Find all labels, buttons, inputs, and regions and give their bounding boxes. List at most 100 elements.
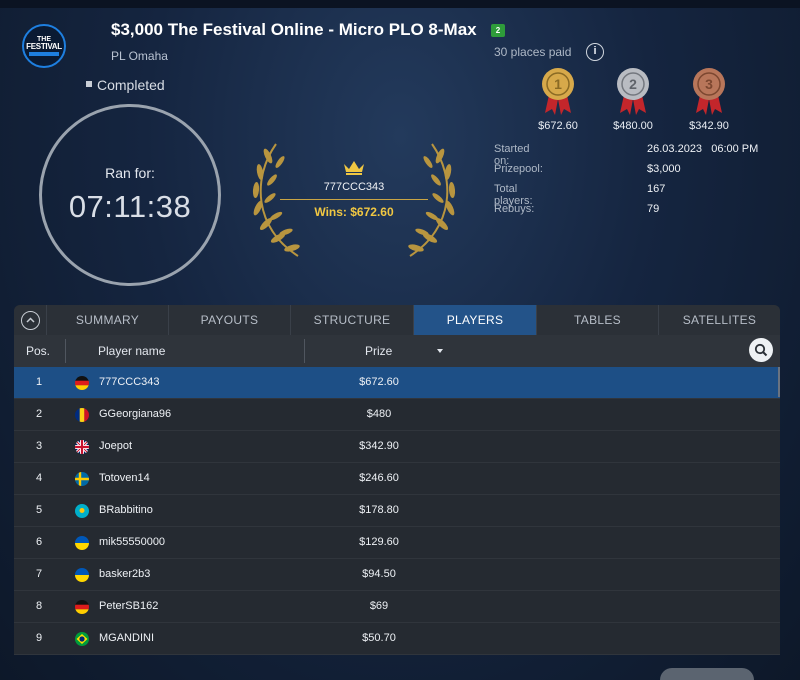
table-row[interactable]: 3 Joepot $342.90 (14, 431, 780, 463)
row-position: 7 (35, 568, 43, 580)
row-player-name: 777CCC343 (99, 376, 160, 388)
silver-medal-icon: 2 (617, 68, 649, 115)
table-row[interactable]: 9 MGANDINI $50.70 (14, 623, 780, 655)
stat-value: 167 (647, 183, 666, 195)
flag-kazakhstan-icon (75, 504, 89, 518)
table-row[interactable]: 4 Totoven14 $246.60 (14, 463, 780, 495)
flag-ukraine-icon (75, 536, 89, 550)
places-paid: 30 places paid (494, 45, 572, 59)
second-prize-amount: $480.00 (613, 120, 653, 132)
svg-text:3: 3 (705, 76, 713, 92)
tab-structure[interactable]: STRUCTURE (290, 305, 413, 335)
row-position: 2 (35, 408, 43, 420)
row-prize: $69 (369, 600, 389, 612)
scrollbar[interactable] (778, 367, 780, 397)
row-prize: $94.50 (362, 568, 396, 580)
row-position: 6 (35, 536, 43, 548)
row-player-name: PeterSB162 (99, 600, 159, 612)
flag-sweden-icon (75, 472, 89, 486)
table-row[interactable]: 6 mik55550000 $129.60 (14, 527, 780, 559)
winner-divider (280, 199, 428, 200)
stat-value: 79 (647, 203, 660, 215)
table-row[interactable]: 1 777CCC343 $672.60 (14, 367, 780, 399)
col-player-name[interactable]: Player name (98, 344, 165, 358)
details-panel: SUMMARY PAYOUTS STRUCTURE PLAYERS TABLES… (14, 305, 780, 655)
row-player-name: MGANDINI (99, 632, 154, 644)
tab-payouts[interactable]: PAYOUTS (168, 305, 290, 335)
crown-icon (344, 161, 364, 175)
flag-ukraine-icon (75, 568, 89, 582)
game-type: PL Omaha (111, 49, 168, 63)
row-player-name: mik55550000 (99, 536, 166, 548)
row-position: 1 (35, 376, 43, 388)
svg-text:1: 1 (554, 76, 562, 92)
stat-value: $3,000 (647, 163, 681, 175)
flag-romania-icon (75, 408, 89, 422)
row-prize: $342.90 (359, 440, 399, 452)
run-time-label: Ran for: (105, 165, 155, 181)
status-square-icon (86, 81, 92, 88)
tab-satellites[interactable]: SATELLITES (658, 305, 780, 335)
row-prize: $480 (366, 408, 392, 420)
row-prize: $129.60 (359, 536, 399, 548)
run-time-circle: Ran for: 07:11:38 (39, 104, 221, 286)
flag-germany-icon (75, 376, 89, 390)
table-row[interactable]: 2 GGeorgiana96 $480 (14, 399, 780, 431)
tournament-title: $3,000 The Festival Online - Micro PLO 8… (111, 20, 477, 39)
gold-medal-icon: 1 (542, 68, 574, 115)
winner-prize: Wins: $672.60 (314, 205, 394, 219)
winner-name: 777CCC343 (323, 181, 385, 193)
row-position: 5 (35, 504, 43, 516)
tab-tables[interactable]: TABLES (536, 305, 658, 335)
logo-bar (29, 52, 59, 56)
col-divider (65, 339, 66, 363)
row-position: 8 (35, 600, 43, 612)
row-position: 3 (35, 440, 43, 452)
sort-down-icon[interactable] (437, 349, 443, 353)
re-entry-badge: 2 (491, 24, 505, 37)
row-player-name: Joepot (99, 440, 133, 452)
bronze-medal-icon: 3 (693, 68, 725, 115)
row-player-name: basker2b3 (99, 568, 151, 580)
row-prize: $178.80 (359, 504, 399, 516)
third-prize-amount: $342.90 (689, 120, 729, 132)
top-strip (0, 0, 800, 8)
first-prize-amount: $672.60 (538, 120, 578, 132)
row-player-name: Totoven14 (99, 472, 150, 484)
tab-bar: SUMMARY PAYOUTS STRUCTURE PLAYERS TABLES… (14, 305, 780, 335)
flag-brazil-icon (75, 632, 89, 646)
row-player-name: BRabbitino (99, 504, 153, 516)
flag-uk-icon (75, 440, 89, 454)
row-prize: $672.60 (359, 376, 399, 388)
stat-label: Rebuys: (494, 203, 535, 215)
chevron-up-icon (20, 310, 40, 330)
col-divider (304, 339, 305, 363)
stat-label: Prizepool: (494, 163, 543, 175)
run-time-value: 07:11:38 (68, 189, 192, 224)
bottom-button[interactable] (660, 668, 754, 680)
tab-summary[interactable]: SUMMARY (46, 305, 168, 335)
festival-logo: THE FESTIVAL (22, 24, 66, 68)
row-position: 4 (35, 472, 43, 484)
row-prize: $246.60 (359, 472, 399, 484)
search-icon (754, 343, 768, 357)
status-label: Completed (97, 77, 165, 93)
table-row[interactable]: 8 PeterSB162 $69 (14, 591, 780, 623)
table-row[interactable]: 5 BRabbitino $178.80 (14, 495, 780, 527)
search-button[interactable] (749, 338, 773, 362)
flag-germany-icon (75, 600, 89, 614)
stat-value: 26.03.2023 06:00 PM (647, 143, 759, 155)
players-list: 1 777CCC343 $672.60 2 GGeorgiana96 $480 … (14, 367, 780, 655)
info-icon[interactable]: i (586, 43, 604, 61)
table-row[interactable]: 7 basker2b3 $94.50 (14, 559, 780, 591)
svg-text:2: 2 (629, 76, 637, 92)
tab-players[interactable]: PLAYERS (413, 305, 536, 335)
row-prize: $50.70 (362, 632, 396, 644)
logo-text-2: FESTIVAL (26, 42, 62, 51)
tournament-status: Completed (86, 77, 165, 93)
winner-block: 777CCC343 Wins: $672.60 (278, 160, 430, 219)
col-pos[interactable]: Pos. (26, 344, 50, 358)
collapse-button[interactable] (14, 305, 46, 335)
table-header: Pos. Player name Prize (14, 335, 780, 367)
col-prize[interactable]: Prize (365, 344, 392, 358)
